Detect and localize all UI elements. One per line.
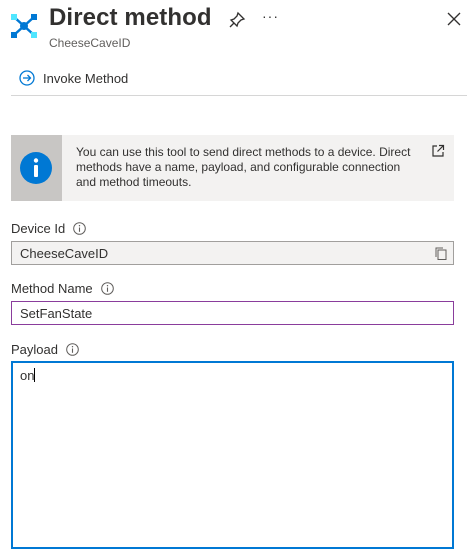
device-id-value: CheeseCaveID	[20, 245, 109, 261]
info-tooltip-icon[interactable]	[73, 222, 87, 235]
arrow-circle-icon	[19, 70, 35, 86]
more-options-icon[interactable]: ···	[262, 8, 278, 26]
invoke-method-button[interactable]: Invoke Method	[11, 64, 128, 92]
method-name-label-text: Method Name	[11, 281, 93, 296]
device-id-field[interactable]: CheeseCaveID	[11, 241, 454, 265]
info-banner-icon-area	[11, 135, 62, 201]
info-tooltip-icon[interactable]	[100, 282, 114, 295]
device-id-label-text: Device Id	[11, 221, 66, 236]
info-icon	[20, 152, 52, 184]
method-name-label: Method Name	[11, 281, 114, 296]
page-title: Direct method	[49, 4, 212, 31]
close-icon[interactable]	[446, 11, 462, 27]
device-id-label: Device Id	[11, 221, 87, 236]
payload-label-text: Payload	[11, 342, 58, 357]
info-banner: You can use this tool to send direct met…	[11, 135, 454, 201]
method-name-value: SetFanState	[20, 305, 93, 321]
info-tooltip-icon[interactable]	[66, 343, 79, 356]
info-banner-text: You can use this tool to send direct met…	[76, 145, 411, 189]
command-bar: Invoke Method	[11, 64, 467, 96]
payload-value: on	[20, 368, 35, 383]
pin-icon[interactable]	[228, 11, 246, 29]
blade-header: Direct method CheeseCaveID ···	[0, 0, 467, 56]
external-link-icon[interactable]	[431, 144, 445, 158]
copy-icon[interactable]	[435, 247, 447, 260]
method-name-input[interactable]: SetFanState	[11, 301, 454, 325]
payload-label: Payload	[11, 342, 79, 357]
invoke-method-label: Invoke Method	[43, 70, 129, 86]
text-caret	[34, 368, 36, 382]
payload-textarea[interactable]: on	[11, 361, 454, 549]
page-subtitle: CheeseCaveID	[49, 36, 131, 50]
iot-hub-icon	[11, 14, 37, 38]
